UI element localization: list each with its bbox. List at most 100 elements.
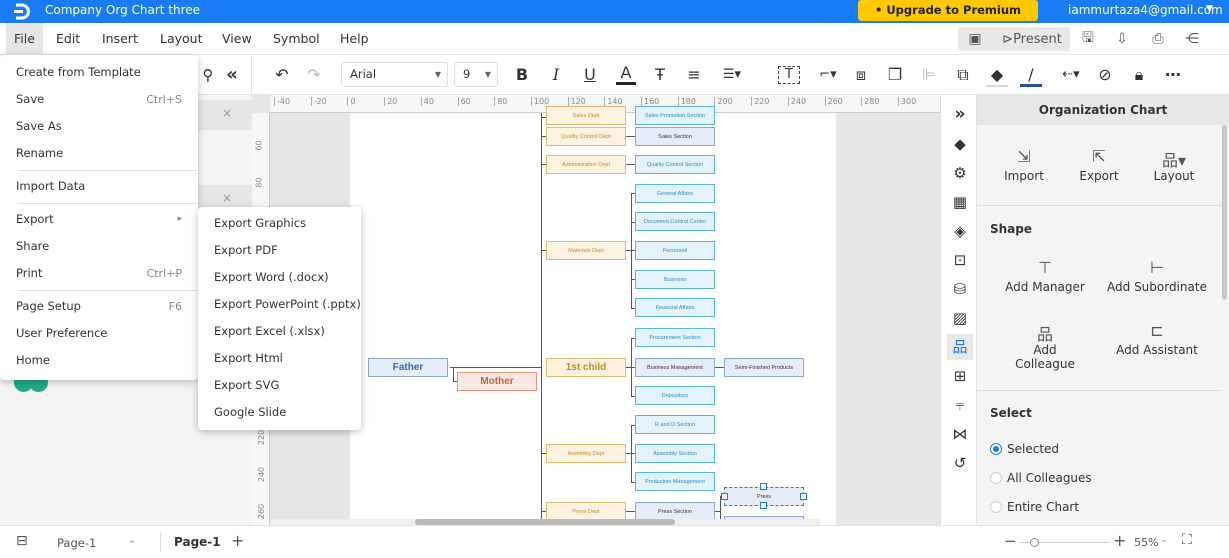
export-google-slide[interactable]: Google Slide: [198, 399, 361, 426]
zoom-slider-thumb[interactable]: [1029, 538, 1039, 547]
node-dept[interactable]: Sales Dept: [546, 106, 626, 125]
search-icon[interactable]: ⚲: [198, 63, 218, 87]
connector-icon[interactable]: ⌐▾: [814, 63, 842, 87]
line-spacing-icon[interactable]: ☰▾: [718, 63, 746, 87]
menu-edit[interactable]: Edit: [48, 23, 88, 54]
panel-scrollbar[interactable]: [1222, 125, 1227, 300]
fill-icon[interactable]: ◆: [947, 131, 973, 157]
share-icon[interactable]: ⋲: [1182, 27, 1202, 51]
undo-icon[interactable]: ↶: [272, 63, 292, 87]
align-objects-icon[interactable]: ⊫: [918, 63, 940, 87]
zoom-in-icon[interactable]: +: [1113, 531, 1126, 550]
font-size-select[interactable]: 9 ▼: [454, 62, 498, 87]
menu-export[interactable]: Export ▸: [0, 206, 198, 233]
node-section[interactable]: Depository: [635, 386, 715, 405]
resize-handle[interactable]: [721, 493, 728, 500]
menu-save-as[interactable]: Save As: [0, 113, 198, 140]
export-powerpoint[interactable]: Export PowerPoint (.pptx): [198, 291, 361, 318]
export-word[interactable]: Export Word (.docx): [198, 264, 361, 291]
slideshow-icon[interactable]: ▣: [962, 27, 988, 51]
zoom-out-icon[interactable]: −: [1004, 532, 1017, 550]
menu-rename[interactable]: Rename: [0, 140, 198, 167]
present-button[interactable]: ⊳ Present: [998, 27, 1066, 51]
app-logo-icon[interactable]: [12, 2, 32, 21]
page-panel-icon[interactable]: ⊟: [16, 533, 28, 549]
close-icon[interactable]: ×: [222, 106, 232, 120]
chevron-down-icon[interactable]: ⌄: [1160, 535, 1168, 545]
align-icon[interactable]: ≡: [684, 63, 704, 87]
save-icon[interactable]: 🖫: [1078, 27, 1098, 51]
node-section[interactable]: Personnel: [635, 241, 715, 260]
text-box-icon[interactable]: T: [778, 66, 800, 84]
node-section[interactable]: Document Control Center: [635, 212, 715, 231]
node-section[interactable]: Production Management: [635, 472, 715, 491]
line-color-icon[interactable]: ∕: [1020, 63, 1042, 87]
export-pdf[interactable]: Export PDF: [198, 237, 361, 264]
underline-icon[interactable]: U: [580, 63, 600, 87]
menu-user-preference[interactable]: User Preference: [0, 320, 198, 347]
export-html[interactable]: Export Html: [198, 345, 361, 372]
diagram-page[interactable]: Father Mother Sales Dept Sales Promotion…: [350, 106, 836, 525]
lock-icon[interactable]: 🔒︎: [1128, 63, 1150, 87]
node-section[interactable]: Business: [635, 270, 715, 289]
radio-entire-chart[interactable]: Entire Chart: [990, 500, 1079, 514]
account-caret-icon[interactable]: ▼: [1206, 4, 1213, 14]
menu-save[interactable]: Save Ctrl+S: [0, 86, 198, 113]
node-section[interactable]: Assembly Section: [635, 444, 715, 463]
node-section[interactable]: Financial Affairs: [635, 298, 715, 317]
export-excel[interactable]: Export Excel (.xlsx): [198, 318, 361, 345]
font-color-icon[interactable]: A: [616, 63, 636, 85]
menu-page-setup[interactable]: Page Setup F6: [0, 293, 198, 320]
bring-front-icon[interactable]: ⧈: [850, 63, 872, 87]
node-dept[interactable]: Quality Control Dept: [546, 127, 626, 146]
org-chart-icon[interactable]: 品: [947, 334, 973, 360]
resize-handle[interactable]: [800, 493, 807, 500]
fullscreen-icon[interactable]: ⛶: [1182, 532, 1192, 548]
add-manager-button[interactable]: ⊤ Add Manager: [1005, 258, 1085, 294]
download-icon[interactable]: ⇩: [1112, 27, 1132, 51]
node-first-child[interactable]: 1st child: [546, 358, 626, 377]
menu-insert[interactable]: Insert: [94, 23, 146, 54]
page-settings-icon[interactable]: ⚙: [947, 160, 973, 186]
history-icon[interactable]: ↺: [947, 450, 973, 476]
menu-view[interactable]: View: [214, 23, 260, 54]
collapse-left-icon[interactable]: «: [222, 63, 242, 87]
node-section[interactable]: Semi-Finished Products: [724, 358, 804, 377]
node-section[interactable]: Sales Section: [635, 127, 715, 146]
menu-symbol[interactable]: Symbol: [265, 23, 328, 54]
zoom-level[interactable]: 55%: [1134, 536, 1158, 549]
document-title[interactable]: Company Org Chart three: [45, 3, 200, 17]
menu-import-data[interactable]: Import Data: [0, 173, 198, 200]
upgrade-premium-button[interactable]: • Upgrade to Premium Version: [858, 0, 1038, 37]
import-button[interactable]: ⇲ Import: [999, 147, 1049, 183]
table-icon[interactable]: ⊞: [947, 363, 973, 389]
presentation-icon[interactable]: ⊡: [947, 247, 973, 273]
layout-button[interactable]: 品▾ Layout: [1149, 147, 1199, 183]
node-section[interactable]: Sales Promotion Section: [635, 106, 715, 125]
font-family-select[interactable]: Arial ▼: [341, 62, 448, 87]
node-section[interactable]: General Affairs: [635, 184, 715, 203]
node-section[interactable]: Procurement Section: [635, 328, 715, 347]
menu-help[interactable]: Help: [332, 23, 377, 54]
send-back-icon[interactable]: ❐: [884, 63, 906, 87]
layers-icon[interactable]: ◈: [947, 218, 973, 244]
line-style-icon[interactable]: ⇠▾: [1056, 63, 1086, 87]
group-icon[interactable]: ⧉: [952, 63, 974, 87]
user-account[interactable]: iammurtaza4@gmail.com: [1068, 3, 1223, 17]
print-icon[interactable]: ⎙: [1148, 27, 1168, 51]
bold-icon[interactable]: B: [512, 63, 532, 87]
add-page-icon[interactable]: +: [231, 531, 244, 550]
radio-selected[interactable]: Selected: [990, 442, 1059, 456]
node-dept[interactable]: Assembly Dept: [546, 444, 626, 463]
add-subordinate-button[interactable]: ⊢ Add Subordinate: [1107, 258, 1207, 294]
menu-create-from-template[interactable]: Create from Template: [0, 59, 198, 86]
node-section[interactable]: Business Management: [635, 358, 715, 377]
more-icon[interactable]: ⋯: [1162, 63, 1184, 87]
timeline-icon[interactable]: ⫧: [947, 392, 973, 418]
node-dept[interactable]: Administration Dept: [546, 155, 626, 174]
menu-layout[interactable]: Layout: [152, 23, 211, 54]
text-style-icon[interactable]: Ŧ: [650, 63, 670, 87]
menu-print[interactable]: Print Ctrl+P: [0, 260, 198, 287]
italic-icon[interactable]: I: [546, 63, 566, 87]
export-button[interactable]: ⇱ Export: [1074, 147, 1124, 183]
